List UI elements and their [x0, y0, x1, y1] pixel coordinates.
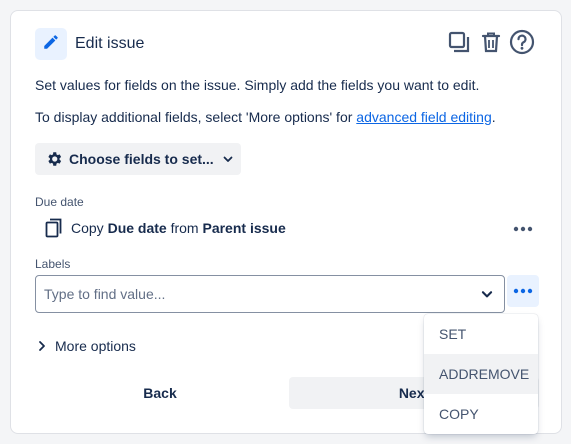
menu-item-copy[interactable]: COPY — [424, 394, 538, 434]
labels-select[interactable]: Type to find value... — [35, 275, 505, 313]
pencil-icon — [42, 33, 60, 56]
page-title: Edit issue — [75, 35, 145, 52]
help-button[interactable] — [508, 29, 536, 60]
description-line-1: Set values for fields on the issue. Simp… — [35, 77, 480, 93]
copy-word: Copy — [71, 220, 104, 236]
help-icon — [509, 29, 535, 60]
description-suffix: . — [491, 109, 496, 125]
from-word: from — [170, 220, 199, 236]
edit-issue-badge — [35, 28, 67, 60]
menu-item-addremove[interactable]: ADDREMOVE — [424, 354, 538, 394]
labels-label: Labels — [35, 257, 71, 271]
copy-icon — [447, 30, 471, 59]
labels-more-button[interactable] — [507, 275, 539, 307]
labels-operation-menu: SET ADDREMOVE COPY — [424, 314, 538, 434]
due-date-label: Due date — [35, 195, 84, 209]
copy-source: Parent issue — [202, 220, 286, 236]
menu-item-set[interactable]: SET — [424, 314, 538, 354]
more-horizontal-icon — [513, 226, 533, 232]
description-line-2: To display additional fields, select 'Mo… — [35, 109, 496, 125]
delete-button[interactable] — [477, 30, 505, 58]
copy-icon — [45, 218, 63, 238]
back-button[interactable]: Back — [35, 377, 285, 409]
more-options-toggle[interactable]: More options — [37, 338, 136, 354]
due-date-copy-summary: Copy Due date from Parent issue — [45, 218, 286, 238]
choose-fields-label: Choose fields to set... — [69, 151, 214, 167]
duplicate-button[interactable] — [445, 30, 473, 58]
chevron-down-icon — [222, 153, 234, 165]
more-options-label: More options — [55, 338, 136, 354]
description-text: To display additional fields, select 'Mo… — [35, 109, 357, 125]
chevron-right-icon — [37, 340, 47, 352]
advanced-field-editing-link[interactable]: advanced field editing — [356, 109, 491, 125]
trash-icon — [480, 30, 502, 59]
chevron-down-icon[interactable] — [480, 287, 494, 301]
labels-placeholder: Type to find value... — [44, 286, 166, 302]
choose-fields-button[interactable]: Choose fields to set... — [35, 143, 241, 175]
gear-icon — [45, 150, 63, 168]
more-horizontal-icon — [513, 288, 533, 294]
due-date-more-button[interactable] — [507, 213, 539, 245]
copy-field-name: Due date — [107, 220, 167, 236]
due-date-copy-text: Copy Due date from Parent issue — [71, 220, 286, 236]
